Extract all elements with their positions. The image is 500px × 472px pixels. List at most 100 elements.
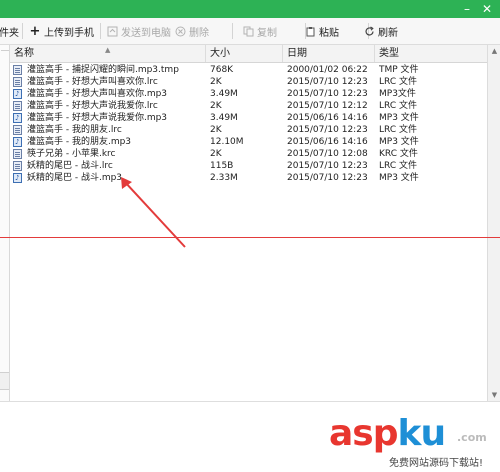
file-row[interactable]: 灌篮高手 - 好想大声说我爱你.lrc 2K 2015/07/10 12:12 LRC…: [10, 100, 487, 112]
toolbar-separator: [100, 23, 101, 39]
file-row[interactable]: 灌篮高手 - 好想大声叫喜欢你.lrc 2K 2015/07/10 12:23 LRC…: [10, 76, 487, 88]
paste-label: 粘贴: [319, 27, 339, 39]
watermark-logo: aspku: [329, 413, 447, 454]
file-name: 灌篮高手 - 好想大声叫喜欢你.mp3: [27, 89, 168, 99]
folder-tree-panel[interactable]: [0, 45, 10, 401]
file-name: 筷子兄弟 - 小苹果.krc: [27, 149, 116, 159]
sort-up-icon: ▲: [105, 46, 111, 54]
file-row[interactable]: 灌篮高手 - 我的朋友.lrc 2K 2015/07/10 12:23 LRC 文件: [10, 124, 487, 136]
file-date: 2015/07/10 12:23: [287, 89, 368, 99]
new-folder-button[interactable]: 件夹: [0, 18, 19, 44]
file-name: 灌篮高手 - 我的朋友.lrc: [27, 125, 122, 135]
file-size: 2K: [210, 149, 222, 159]
copy-label: 复制: [257, 27, 277, 39]
file-size: 768K: [210, 65, 234, 75]
document-icon: [13, 125, 22, 135]
file-type: MP3 文件: [379, 137, 419, 147]
file-row[interactable]: ♪ 灌篮高手 - 好想大声叫喜欢你.mp3 3.49M 2015/07/10 12:2…: [10, 88, 487, 100]
file-name: 灌篮高手 - 好想大声叫喜欢你.lrc: [27, 77, 158, 87]
file-date: 2015/07/10 12:23: [287, 161, 368, 171]
file-size: 115B: [210, 161, 234, 171]
column-size-label: 大小: [210, 48, 230, 59]
file-type: KRC 文件: [379, 149, 418, 159]
minimize-button[interactable]: –: [458, 2, 476, 17]
toolbar-separator: [232, 23, 233, 39]
music-file-icon: ♪: [13, 173, 22, 183]
file-date: 2015/07/10 12:08: [287, 149, 368, 159]
watermark-subtitle: 免费网站源码下载站!: [389, 454, 484, 469]
file-size: 3.49M: [210, 113, 238, 123]
copy-icon: [242, 25, 254, 37]
file-date: 2015/07/10 12:23: [287, 125, 368, 135]
copy-button[interactable]: 复制: [242, 18, 277, 44]
paste-icon: [304, 25, 316, 37]
file-list-header: 名称 ▲ 大小 日期 类型: [10, 45, 487, 63]
file-date: 2015/07/10 12:12: [287, 101, 368, 111]
file-size: 12.10M: [210, 137, 244, 147]
file-name: 灌篮高手 - 好想大声说我爱你.lrc: [27, 101, 158, 111]
paste-button[interactable]: 粘贴: [304, 18, 339, 44]
annotation-line: [0, 237, 500, 238]
delete-button[interactable]: 删除: [174, 18, 209, 44]
file-size: 2K: [210, 101, 222, 111]
window-titlebar: – ✕: [0, 0, 500, 18]
upload-to-phone-button[interactable]: + 上传到手机: [29, 18, 94, 44]
column-header-date[interactable]: 日期: [283, 45, 375, 62]
file-name: 灌篮高手 - 好想大声说我爱你.mp3: [27, 113, 168, 123]
column-header-type[interactable]: 类型: [375, 45, 487, 62]
refresh-button[interactable]: 刷新: [363, 18, 398, 44]
file-type: MP3文件: [379, 89, 416, 99]
document-icon: [13, 101, 22, 111]
column-header-name[interactable]: 名称 ▲: [10, 45, 206, 62]
delete-label: 删除: [189, 27, 209, 39]
document-icon: [13, 161, 22, 171]
watermark: aspku .com 免费网站源码下载站!: [329, 414, 497, 470]
folder-tree-scrollbar[interactable]: [0, 372, 9, 390]
file-size: 2.33M: [210, 173, 238, 183]
file-row[interactable]: 妖精的尾巴 - 战斗.lrc 115B 2015/07/10 12:23 LRC 文件: [10, 160, 487, 172]
music-file-icon: ♪: [13, 89, 22, 99]
refresh-label: 刷新: [378, 27, 398, 39]
send-to-pc-label: 发送到电脑: [121, 27, 171, 39]
column-date-label: 日期: [287, 48, 307, 59]
file-row[interactable]: 灌篮高手 - 捕捉闪耀的瞬间.mp3.tmp 768K 2000/01/02 06:…: [10, 64, 487, 76]
column-header-size[interactable]: 大小: [206, 45, 283, 62]
scroll-up-icon[interactable]: ▲: [488, 45, 500, 57]
scroll-down-icon[interactable]: ▼: [488, 389, 500, 401]
file-type: LRC 文件: [379, 77, 417, 87]
column-type-label: 类型: [379, 48, 399, 59]
file-size: 2K: [210, 125, 222, 135]
watermark-logo-asp: asp: [329, 413, 398, 454]
plus-icon: +: [29, 23, 41, 39]
new-folder-label: 件夹: [0, 27, 19, 39]
close-button[interactable]: ✕: [478, 2, 496, 17]
file-name: 灌篮高手 - 我的朋友.mp3: [27, 137, 132, 147]
column-name-label: 名称: [14, 48, 34, 59]
file-row[interactable]: ♪ 灌篮高手 - 好想大声说我爱你.mp3 3.49M 2015/06/16 14:1…: [10, 112, 487, 124]
file-type: LRC 文件: [379, 125, 417, 135]
file-list-scrollbar[interactable]: ▲ ▼: [487, 45, 500, 401]
file-list: 名称 ▲ 大小 日期 类型 灌篮高手 - 捕捉闪耀的瞬间.mp3.tmp 768K…: [10, 45, 487, 401]
file-row[interactable]: ♪ 灌篮高手 - 我的朋友.mp3 12.10M 2015/06/16 14:16 MP…: [10, 136, 487, 148]
file-date: 2015/07/10 12:23: [287, 77, 368, 87]
file-type: MP3 文件: [379, 173, 419, 183]
watermark-logo-ku: ku: [397, 413, 447, 454]
document-icon: [13, 65, 22, 75]
toolbar-separator: [22, 23, 23, 39]
file-name: 灌篮高手 - 捕捉闪耀的瞬间.mp3.tmp: [27, 65, 179, 75]
toolbar: 件夹 + 上传到手机 发送到电脑 删除 复制 粘贴 刷新: [0, 18, 500, 45]
refresh-icon: [363, 25, 375, 37]
file-date: 2015/06/16 14:16: [287, 137, 368, 147]
file-name: 妖精的尾巴 - 战斗.lrc: [27, 161, 113, 171]
music-file-icon: ♪: [13, 113, 22, 123]
file-size: 2K: [210, 77, 222, 87]
send-icon: [106, 25, 118, 37]
file-row[interactable]: ♪ 妖精的尾巴 - 战斗.mp3 2.33M 2015/07/10 12:23 MP3 …: [10, 172, 487, 184]
file-row[interactable]: 筷子兄弟 - 小苹果.krc 2K 2015/07/10 12:08 KRC 文件: [10, 148, 487, 160]
file-type: LRC 文件: [379, 161, 417, 171]
tree-connector: [1, 50, 9, 51]
file-type: LRC 文件: [379, 101, 417, 111]
send-to-pc-button[interactable]: 发送到电脑: [106, 18, 171, 44]
file-type: MP3 文件: [379, 113, 419, 123]
watermark-logo-com: .com: [457, 431, 487, 444]
